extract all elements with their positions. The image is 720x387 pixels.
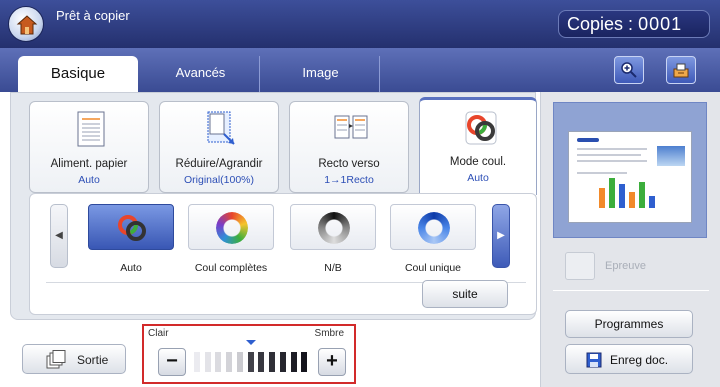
proof-copy-toggle[interactable]: Epreuve (565, 252, 697, 282)
preview-bar (609, 178, 615, 208)
darkness-scale[interactable] (192, 350, 310, 374)
home-button[interactable] (8, 6, 44, 42)
chevron-left-icon: ◀ (55, 230, 63, 241)
preview-bar (629, 192, 635, 208)
preview-line (577, 172, 627, 174)
document-preview (568, 131, 692, 223)
preview-line (577, 148, 647, 150)
color-mode-tile (188, 204, 274, 250)
side-panel: Epreuve Programmes Enreg doc. (540, 92, 720, 387)
tab-bar: Basique Avancés Image (0, 48, 720, 92)
preview-logo-icon (577, 138, 599, 142)
output-button[interactable]: Sortie (22, 344, 126, 374)
feature-label: Réduire/Agrandir (175, 158, 263, 170)
copy-screen: Prêt à copier Copies : 0001 Basique Avan… (0, 0, 720, 387)
save-doc-label: Enreg doc. (610, 353, 669, 367)
preview-photo (657, 146, 685, 166)
preview-bar (619, 184, 625, 208)
tab-avances[interactable]: Avancés (142, 56, 260, 92)
preview-line (577, 160, 647, 162)
darkness-light-label: Clair (148, 328, 169, 339)
black-white-icon (318, 212, 350, 244)
save-doc-button[interactable]: Enreg doc. (565, 344, 693, 374)
darkness-decrease-button[interactable]: − (158, 348, 186, 376)
zoom-in-icon (621, 62, 637, 78)
scroll-left-button[interactable]: ◀ (50, 204, 68, 268)
resize-icon (207, 111, 235, 145)
darkness-segment (226, 352, 233, 372)
darkness-segment (236, 352, 243, 372)
color-mode-auto[interactable]: Auto (88, 204, 174, 274)
copies-label: Copies : (567, 14, 634, 34)
preview-line (577, 154, 641, 156)
divider (553, 290, 709, 291)
preview-bar (639, 182, 645, 208)
home-icon (16, 15, 38, 35)
copies-value: 0001 (638, 14, 683, 34)
feature-label: Aliment. papier (50, 158, 128, 170)
preview-bar (599, 188, 605, 208)
zoom-button[interactable] (614, 56, 644, 84)
suite-button[interactable]: suite (422, 280, 508, 308)
feature-resize[interactable]: Réduire/Agrandir Original(100%) (159, 101, 279, 193)
feature-duplex[interactable]: Recto verso 1→1Recto (289, 101, 409, 193)
copies-counter[interactable]: Copies : 0001 (558, 10, 710, 38)
full-color-icon (216, 212, 248, 244)
color-mode-full[interactable]: Coul complètes (188, 204, 274, 274)
settings-icon (673, 63, 689, 78)
auto-color-icon (118, 215, 146, 241)
color-mode-tile (88, 204, 174, 250)
darkness-segment (194, 352, 200, 372)
color-mode-panel: ◀ Auto Coul complètes N/B Coul unique ▶ … (29, 193, 537, 315)
output-label: Sortie (77, 353, 109, 367)
color-mode-single[interactable]: Coul unique (390, 204, 476, 274)
tab-basique[interactable]: Basique (18, 56, 138, 92)
feature-value: Auto (78, 174, 100, 186)
basic-panel: Aliment. papier Auto Réduire/Agrandir Or… (10, 92, 537, 320)
programs-button[interactable]: Programmes (565, 310, 693, 338)
darkness-segment (204, 352, 211, 372)
color-mode-bw[interactable]: N/B (290, 204, 376, 274)
color-mode-tile (290, 204, 376, 250)
feature-color-mode[interactable]: Mode coul. Auto (419, 97, 537, 195)
color-mode-tile (390, 204, 476, 250)
color-mode-icon (465, 111, 497, 145)
paper-feed-icon (77, 111, 105, 147)
chevron-right-icon: ▶ (497, 230, 505, 241)
color-mode-label: Coul unique (404, 262, 462, 274)
header-bar: Prêt à copier Copies : 0001 (0, 0, 720, 48)
save-icon (586, 352, 602, 368)
darkness-segment (247, 352, 254, 372)
darkness-increase-button[interactable]: + (318, 348, 346, 376)
darkness-pointer-icon (246, 340, 256, 345)
tab-image[interactable]: Image (262, 56, 380, 92)
feature-value: Original(100%) (183, 174, 255, 186)
feature-label: Recto verso (318, 158, 380, 170)
duplex-icon (334, 115, 368, 139)
preview-bar (649, 196, 655, 208)
settings-button[interactable] (666, 56, 696, 84)
status-title: Prêt à copier (56, 8, 130, 23)
output-tray-icon (46, 350, 66, 369)
main-panel: Aliment. papier Auto Réduire/Agrandir Or… (0, 92, 540, 387)
feature-value: Auto (467, 172, 489, 184)
darkness-control: Clair Smbre − + (142, 324, 356, 384)
darkness-segment (279, 352, 286, 372)
preview-panel (553, 102, 707, 238)
feature-label: Mode coul. (449, 156, 507, 168)
darkness-segment (290, 352, 297, 372)
scroll-right-button[interactable]: ▶ (492, 204, 510, 268)
single-color-icon (418, 212, 450, 244)
darkness-segment (258, 352, 265, 372)
feature-value: 1→1Recto (324, 174, 374, 186)
darkness-segment (301, 352, 308, 372)
proof-label: Epreuve (605, 260, 646, 272)
darkness-segment (269, 352, 276, 372)
darkness-dark-label: Smbre (314, 328, 344, 339)
feature-paper-feed[interactable]: Aliment. papier Auto (29, 101, 149, 193)
darkness-segment (215, 352, 222, 372)
proof-checkbox[interactable] (565, 252, 595, 280)
